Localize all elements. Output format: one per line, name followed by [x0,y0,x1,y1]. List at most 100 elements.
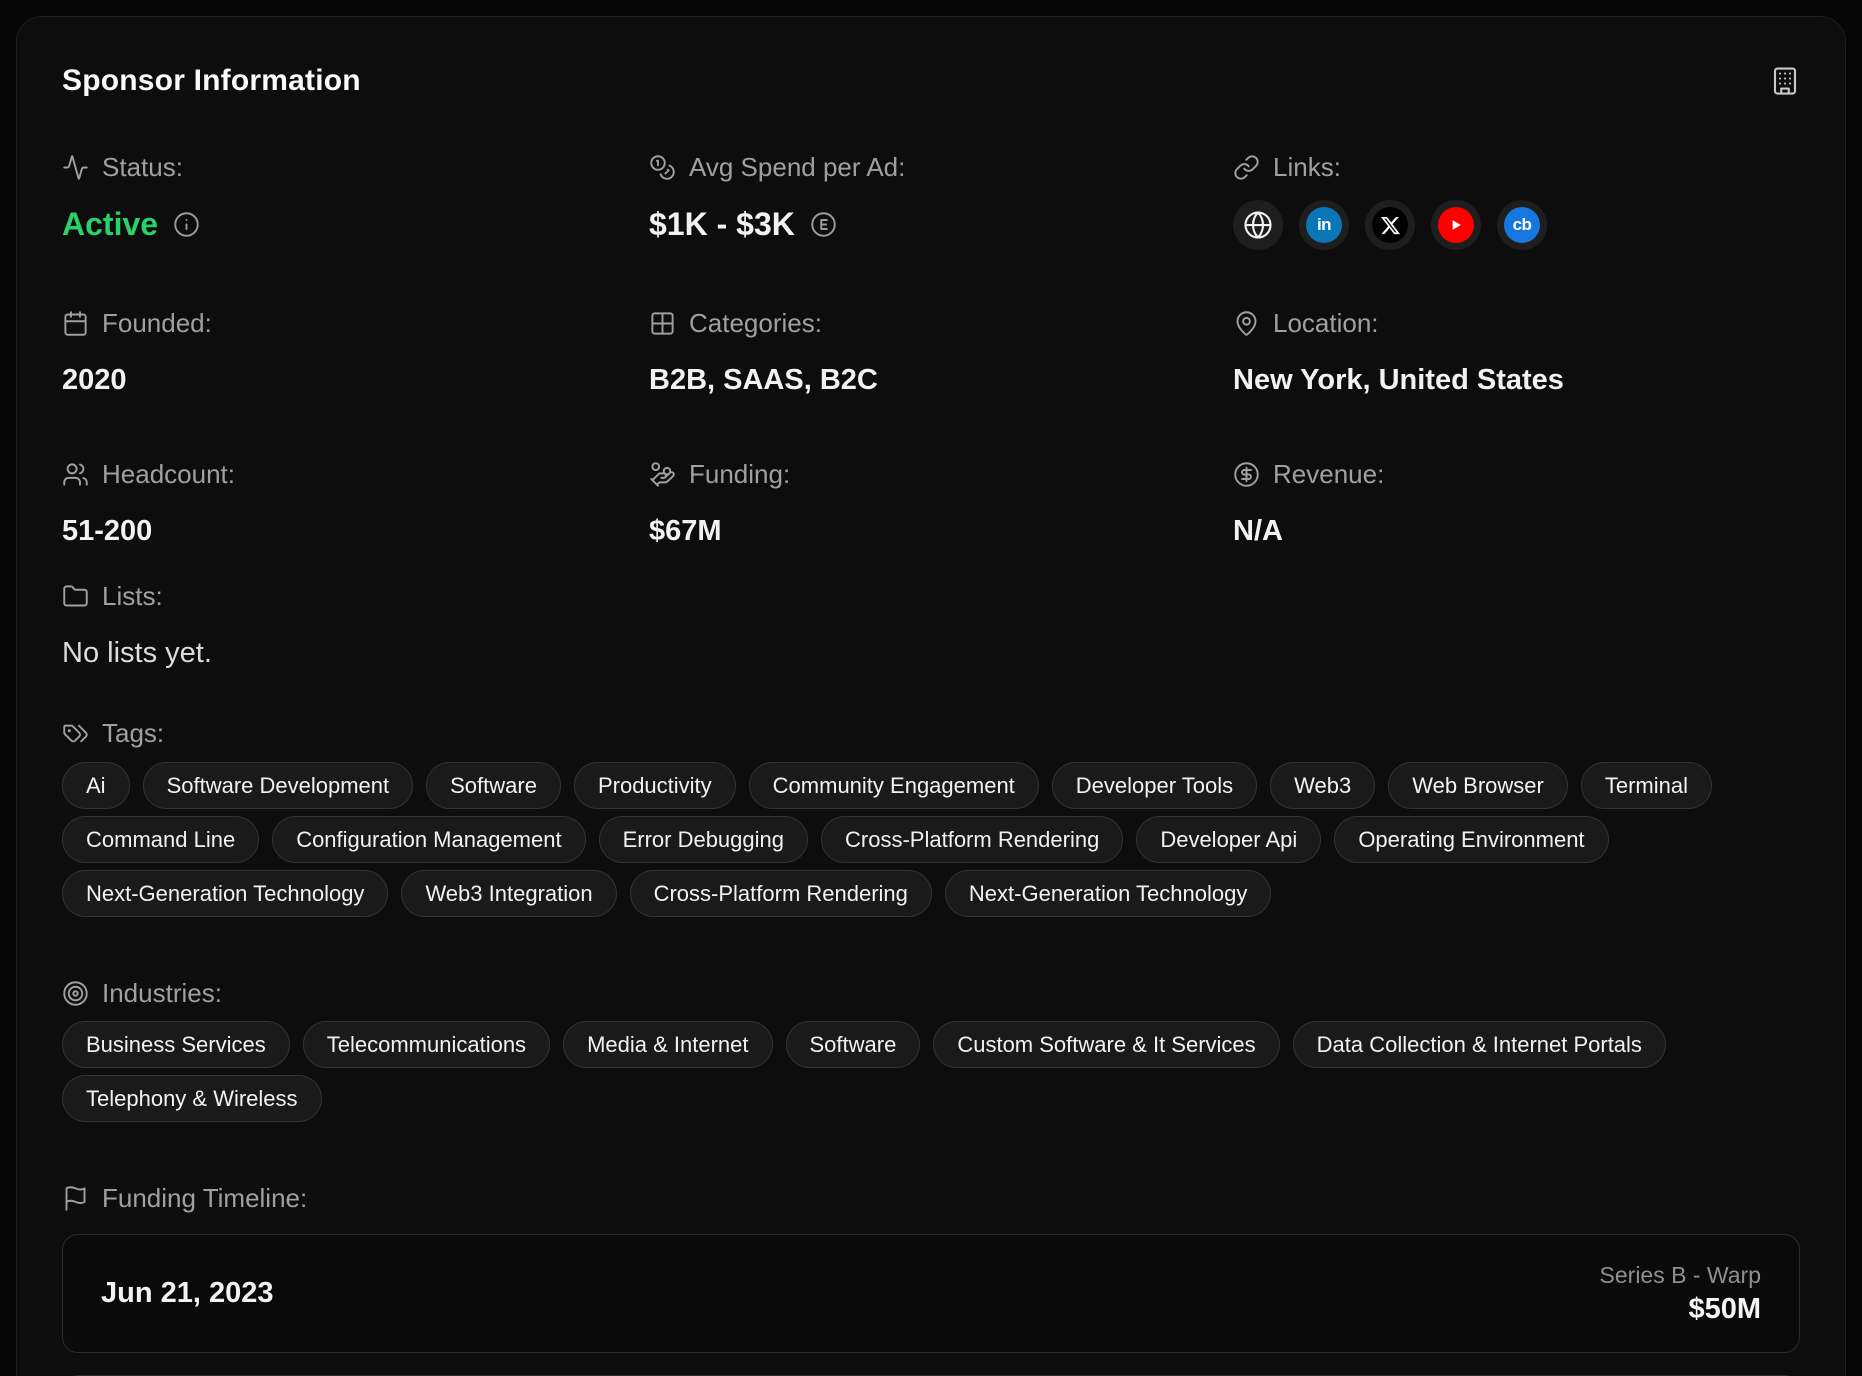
status-label: Status: [102,152,183,183]
founded-value: 2020 [62,359,127,401]
info-grid: Status: Active Avg Spend per Ad: $1K - $… [62,151,1800,552]
estimated-icon[interactable] [810,211,837,238]
funding-label: Funding: [689,459,790,490]
grid-icon [649,310,676,337]
founded-label: Founded: [102,308,212,339]
location-field: Location: New York, United States [1233,307,1800,401]
tag-pill[interactable]: Web3 [1270,762,1375,809]
tag-pill[interactable]: Developer Tools [1052,762,1257,809]
headcount-label: Headcount: [102,459,235,490]
tag-pill[interactable]: Next-Generation Technology [945,870,1271,917]
activity-icon [62,154,89,181]
map-pin-icon [1233,310,1260,337]
x-twitter-link-button[interactable] [1365,200,1415,250]
lists-empty-text: No lists yet. [62,632,212,674]
tag-pill[interactable]: Web Browser [1388,762,1568,809]
coins-icon [649,154,676,181]
youtube-icon [1438,207,1474,243]
funding-value: $67M [649,510,722,552]
timeline-event-date: Jun 21, 2023 [101,1277,274,1310]
industry-pill[interactable]: Business Services [62,1021,290,1068]
tag-pill[interactable]: Web3 Integration [401,870,616,917]
info-icon[interactable] [173,211,200,238]
industries-section: Industries: Business Services Telecommuni… [62,977,1800,1122]
industries-label: Industries: [102,978,222,1009]
panel-header: Sponsor Information [62,62,1800,100]
building-icon [1770,66,1800,96]
founded-field: Founded: 2020 [62,307,649,401]
avg-spend-field: Avg Spend per Ad: $1K - $3K [649,151,1233,250]
panel-title: Sponsor Information [62,62,361,100]
tags-section: Tags: Ai Software Development Software Prod… [62,717,1800,917]
categories-value: B2B, SAAS, B2C [649,359,878,401]
industry-pill[interactable]: Data Collection & Internet Portals [1293,1021,1666,1068]
x-logo-icon [1372,207,1408,243]
tag-pill[interactable]: Next-Generation Technology [62,870,388,917]
linkedin-link-button[interactable]: in [1299,200,1349,250]
tag-pill[interactable]: Software Development [143,762,414,809]
tag-pill[interactable]: Terminal [1581,762,1712,809]
links-field: Links: in cb [1233,151,1800,250]
avg-spend-label: Avg Spend per Ad: [689,152,905,183]
crunchbase-icon: cb [1504,207,1540,243]
linkedin-icon: in [1306,207,1342,243]
youtube-link-button[interactable] [1431,200,1481,250]
location-label: Location: [1273,308,1379,339]
timeline-event-amount: $50M [1688,1293,1761,1326]
link-icon [1233,154,1260,181]
users-icon [62,461,89,488]
links-label: Links: [1273,152,1341,183]
revenue-label: Revenue: [1273,459,1384,490]
industry-list: Business Services Telecommunications Media… [62,1021,1800,1122]
tag-pill[interactable]: Error Debugging [599,816,808,863]
tag-pill[interactable]: Cross-Platform Rendering [630,870,932,917]
tag-pill[interactable]: Command Line [62,816,259,863]
revenue-field: Revenue: N/A [1233,458,1800,552]
target-icon [62,980,89,1007]
industry-pill[interactable]: Software [786,1021,921,1068]
timeline-event-round: Series B - Warp [1600,1262,1761,1289]
tags-icon [62,720,89,747]
social-links: in cb [1233,200,1800,250]
website-link-button[interactable] [1233,200,1283,250]
tags-label: Tags: [102,718,164,749]
tag-pill[interactable]: Configuration Management [272,816,585,863]
headcount-value: 51-200 [62,510,152,552]
status-field: Status: Active [62,151,649,250]
lists-section: Lists: No lists yet. [62,580,1800,674]
tag-pill[interactable]: Software [426,762,561,809]
tag-pill[interactable]: Community Engagement [749,762,1039,809]
funding-timeline-section: Funding Timeline: Jun 21, 2023 Series B … [62,1182,1800,1376]
headcount-field: Headcount: 51-200 [62,458,649,552]
sponsor-info-panel: Sponsor Information Status: Active Avg S… [16,16,1846,1376]
status-value: Active [62,203,158,245]
funding-timeline-label: Funding Timeline: [102,1183,307,1214]
tag-pill[interactable]: Operating Environment [1334,816,1608,863]
hand-coins-icon [649,461,676,488]
location-value: New York, United States [1233,359,1564,401]
folder-icon [62,583,89,610]
avg-spend-value: $1K - $3K [649,203,795,245]
industry-pill[interactable]: Media & Internet [563,1021,772,1068]
industry-pill[interactable]: Custom Software & It Services [933,1021,1279,1068]
tag-pill[interactable]: Productivity [574,762,736,809]
tag-list: Ai Software Development Software Productivi… [62,762,1800,917]
categories-label: Categories: [689,308,822,339]
dollar-circle-icon [1233,461,1260,488]
funding-timeline-list: Jun 21, 2023 Series B - Warp $50M [62,1234,1800,1353]
revenue-value: N/A [1233,510,1283,552]
crunchbase-link-button[interactable]: cb [1497,200,1547,250]
globe-icon [1243,210,1273,240]
tag-pill[interactable]: Cross-Platform Rendering [821,816,1123,863]
tag-pill[interactable]: Developer Api [1136,816,1321,863]
funding-field: Funding: $67M [649,458,1233,552]
lists-label: Lists: [102,581,163,612]
categories-field: Categories: B2B, SAAS, B2C [649,307,1233,401]
page: Sponsor Information Status: Active Avg S… [0,0,1862,1376]
flag-icon [62,1185,89,1212]
tag-pill[interactable]: Ai [62,762,130,809]
industry-pill[interactable]: Telephony & Wireless [62,1075,322,1122]
calendar-icon [62,310,89,337]
timeline-event-card: Jun 21, 2023 Series B - Warp $50M [62,1234,1800,1353]
industry-pill[interactable]: Telecommunications [303,1021,550,1068]
